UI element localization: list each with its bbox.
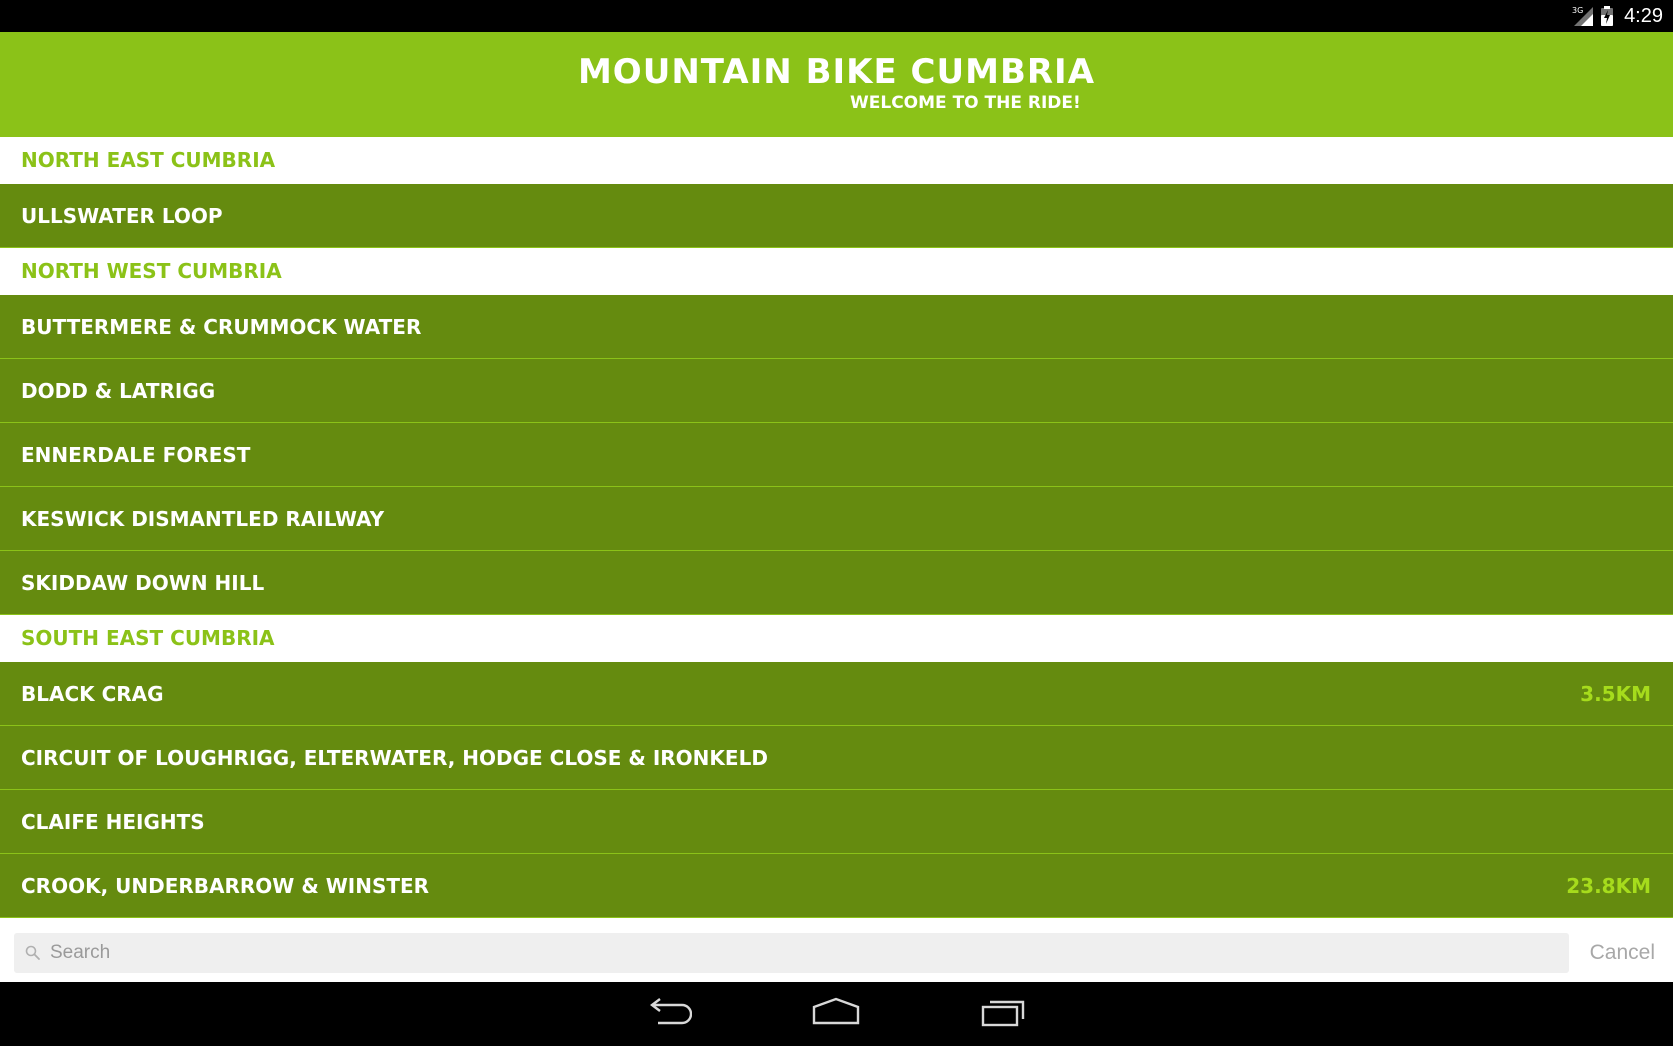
status-icons: 3G 4:29: [1572, 0, 1663, 32]
route-row-buttermere-crummock-water[interactable]: BUTTERMERE & CRUMMOCK WATER: [0, 295, 1673, 359]
route-row-circuit-of-loughrigg[interactable]: CIRCUIT OF LOUGHRIGG, ELTERWATER, HODGE …: [0, 726, 1673, 790]
route-name: BLACK CRAG: [21, 681, 164, 706]
route-row-black-crag[interactable]: BLACK CRAG 3.5KM: [0, 662, 1673, 726]
recents-button[interactable]: [964, 992, 1044, 1036]
status-time: 4:29: [1624, 4, 1663, 27]
section-header-south-east-cumbria: SOUTH EAST CUMBRIA: [0, 615, 1673, 662]
cancel-button[interactable]: Cancel: [1586, 933, 1659, 973]
route-row-keswick-dismantled-railway[interactable]: KESWICK DISMANTLED RAILWAY: [0, 487, 1673, 551]
route-name: CIRCUIT OF LOUGHRIGG, ELTERWATER, HODGE …: [21, 745, 768, 770]
route-name: KESWICK DISMANTLED RAILWAY: [21, 506, 385, 531]
network-type-label: 3G: [1572, 6, 1583, 15]
route-name: CLAIFE HEIGHTS: [21, 809, 205, 834]
route-name: CROOK, UNDERBARROW & WINSTER: [21, 873, 430, 898]
route-name: SKIDDAW DOWN HILL: [21, 570, 265, 595]
route-name: ULLSWATER LOOP: [21, 203, 223, 228]
home-icon: [811, 997, 861, 1031]
home-button[interactable]: [796, 992, 876, 1036]
route-row-dodd-latrigg[interactable]: DODD & LATRIGG: [0, 359, 1673, 423]
search-bar: Cancel: [0, 927, 1673, 982]
navigation-bar: [0, 982, 1673, 1046]
recents-icon: [980, 997, 1028, 1031]
route-list[interactable]: NORTH EAST CUMBRIA ULLSWATER LOOP NORTH …: [0, 137, 1673, 927]
battery-charging-icon: [1600, 5, 1614, 27]
route-row-claife-heights[interactable]: CLAIFE HEIGHTS: [0, 790, 1673, 854]
route-row-ullswater-loop[interactable]: ULLSWATER LOOP: [0, 184, 1673, 248]
route-row-skiddaw-down-hill[interactable]: SKIDDAW DOWN HILL: [0, 551, 1673, 615]
route-row-ennerdale-forest[interactable]: ENNERDALE FOREST: [0, 423, 1673, 487]
route-name: ENNERDALE FOREST: [21, 442, 251, 467]
status-bar: 3G 4:29: [0, 0, 1673, 32]
app-header: MOUNTAIN BIKE CUMBRIA WELCOME TO THE RID…: [0, 32, 1673, 137]
section-header-north-east-cumbria: NORTH EAST CUMBRIA: [0, 137, 1673, 184]
app-subtitle: WELCOME TO THE RIDE!: [850, 93, 1081, 113]
back-button[interactable]: [628, 992, 708, 1036]
route-distance: 23.8KM: [1566, 873, 1651, 898]
route-name: BUTTERMERE & CRUMMOCK WATER: [21, 314, 422, 339]
route-name: DODD & LATRIGG: [21, 378, 216, 403]
route-distance: 3.5KM: [1580, 681, 1651, 706]
search-field[interactable]: [14, 933, 1569, 973]
section-header-north-west-cumbria: NORTH WEST CUMBRIA: [0, 248, 1673, 295]
back-icon: [644, 997, 693, 1031]
search-icon: [24, 944, 42, 962]
signal-3g-icon: 3G: [1572, 5, 1594, 27]
app-title: MOUNTAIN BIKE CUMBRIA: [577, 52, 1096, 92]
search-input[interactable]: [50, 935, 1569, 971]
route-row-crook-underbarrow-winster[interactable]: CROOK, UNDERBARROW & WINSTER 23.8KM: [0, 854, 1673, 918]
